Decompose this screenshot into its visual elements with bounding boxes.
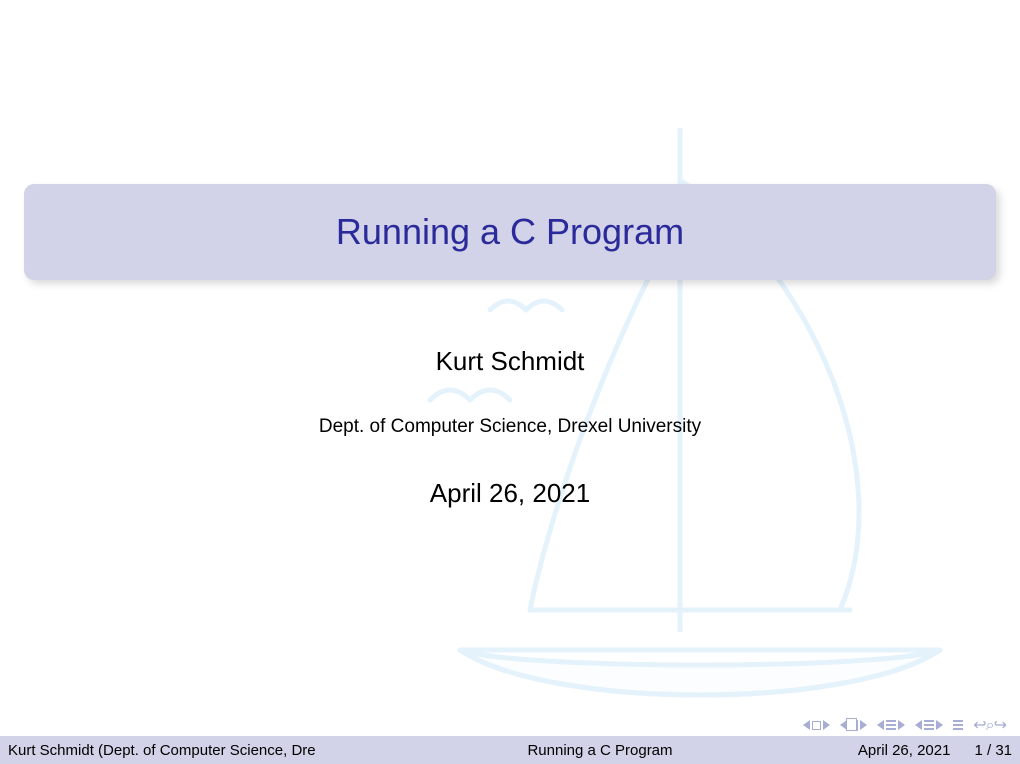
beamer-nav-bar: ↩⌕↪ xyxy=(803,716,1006,734)
bars-icon xyxy=(886,720,896,730)
author-name: Kurt Schmidt xyxy=(0,346,1020,377)
arrow-right-icon xyxy=(823,720,830,730)
presentation-title: Running a C Program xyxy=(336,211,684,253)
footer-title: Running a C Program xyxy=(428,742,772,759)
footer-bar: Kurt Schmidt (Dept. of Computer Science,… xyxy=(0,736,1020,764)
title-block: Running a C Program xyxy=(24,184,996,280)
footer-author: Kurt Schmidt (Dept. of Computer Science,… xyxy=(8,742,428,759)
footer-date: April 26, 2021 xyxy=(858,742,951,759)
author-affiliation: Dept. of Computer Science, Drexel Univer… xyxy=(0,416,1020,438)
undo-icon: ↩ xyxy=(973,717,985,734)
nav-doc-back-forward[interactable] xyxy=(915,720,943,730)
nav-undo-redo[interactable]: ↩⌕↪ xyxy=(973,715,1006,735)
arrow-right-icon xyxy=(936,720,943,730)
presentation-date: April 26, 2021 xyxy=(0,478,1020,509)
frame-icon xyxy=(812,721,821,730)
nav-subsection-back-forward[interactable] xyxy=(840,720,867,731)
nav-section-back-forward[interactable] xyxy=(877,720,905,730)
arrow-left-icon xyxy=(803,720,810,730)
outline-icon[interactable] xyxy=(953,720,963,730)
nav-frame-back-forward[interactable] xyxy=(803,720,830,730)
arrow-left-icon xyxy=(915,720,922,730)
arrow-right-icon xyxy=(898,720,905,730)
pages-icon xyxy=(849,720,858,731)
redo-icon: ↪ xyxy=(994,717,1006,734)
arrow-right-icon xyxy=(860,720,867,730)
search-icon: ⌕ xyxy=(986,717,994,734)
arrow-left-icon xyxy=(877,720,884,730)
bars-icon xyxy=(924,720,934,730)
footer-page-number: 1 / 31 xyxy=(974,742,1012,759)
